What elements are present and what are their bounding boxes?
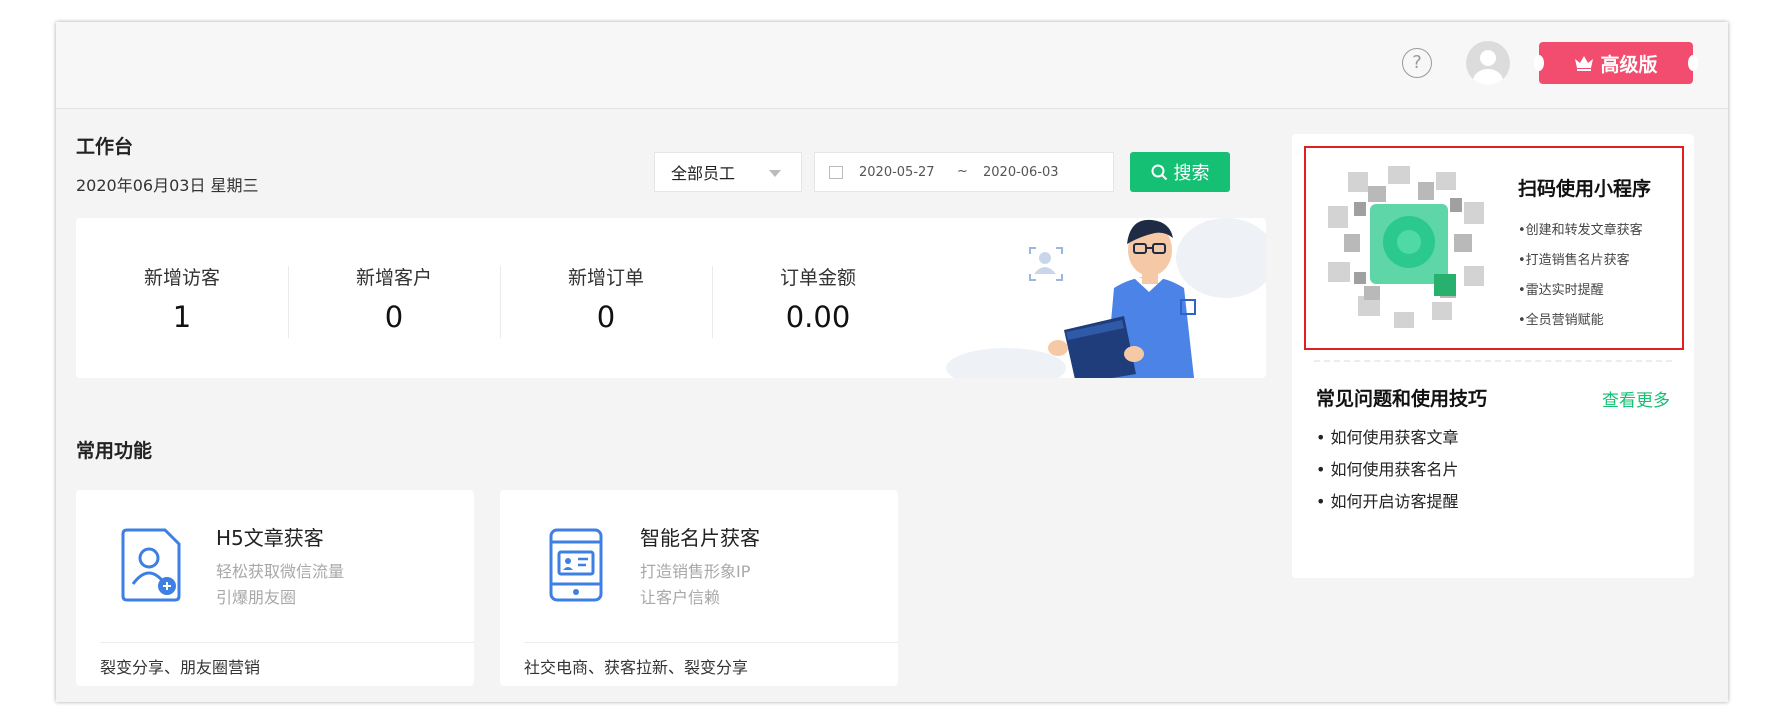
faq-item[interactable]: • 如何使用获客名片 [1316,454,1459,486]
stat-value: 1 [172,300,192,334]
stat-new-orders: 新增订单 0 [500,263,712,334]
stat-new-customers: 新增客户 0 [288,263,500,334]
qr-promo: 扫码使用小程序 •创建和转发文章获客 •打造销售名片获客 •雷达实时提醒 •全员… [1304,146,1684,350]
chevron-down-icon [769,170,781,177]
date-range-picker[interactable]: 2020-05-27 ~ 2020-06-03 [814,152,1114,192]
section-title-common: 常用功能 [76,440,153,462]
crown-icon [1575,56,1594,71]
qr-feature: •全员营销赋能 [1518,313,1604,328]
date-from[interactable]: 2020-05-27 [859,165,935,180]
current-date: 2020年06月03日 星期三 [76,176,259,195]
top-bar: ? 高级版 [56,22,1728,109]
divider [524,642,898,643]
sidebar-panel: 扫码使用小程序 •创建和转发文章获客 •打造销售名片获客 •雷达实时提醒 •全员… [1292,134,1694,578]
page-title: 工作台 [76,136,134,158]
feature-tags: 社交电商、获客拉新、裂变分享 [524,658,749,677]
search-icon [1151,164,1167,180]
feature-desc: 让客户信赖 [640,588,721,607]
feature-desc: 引爆朋友圈 [216,588,297,607]
qr-feature-list: •创建和转发文章获客 •打造销售名片获客 •雷达实时提醒 •全员营销赋能 [1518,216,1643,336]
calendar-icon [829,166,843,179]
feature-title: 智能名片获客 [640,526,760,550]
qr-feature: •创建和转发文章获客 [1518,223,1643,238]
stat-label: 新增访客 [143,267,220,289]
illustration-man-with-tablet [946,218,1266,378]
faq-item[interactable]: • 如何开启访客提醒 [1316,486,1459,518]
feature-title: H5文章获客 [216,526,324,550]
qr-title: 扫码使用小程序 [1518,178,1652,200]
feature-tags: 裂变分享、朋友圈营销 [100,658,261,677]
qr-code-icon [1324,162,1492,332]
search-label: 搜索 [1173,163,1210,184]
divider [1314,360,1672,362]
divider [100,642,474,643]
feature-desc: 打造销售形象IP [640,562,751,581]
qr-feature: •打造销售名片获客 [1518,253,1630,268]
stat-label: 新增订单 [567,267,644,289]
premium-button[interactable]: 高级版 [1534,42,1698,84]
app-window: ? 高级版 工作台 2020年06月03日 星期三 全部员工 2020-05-2… [56,22,1728,702]
stat-value: 0 [596,300,616,334]
avatar[interactable] [1466,41,1510,85]
faq-title: 常见问题和使用技巧 [1316,388,1488,410]
help-icon[interactable]: ? [1402,48,1432,78]
feature-desc: 轻松获取微信流量 [216,562,345,581]
faq-more-link[interactable]: 查看更多 [1602,386,1670,411]
stat-value: 0 [384,300,404,334]
stat-value: 0.00 [785,300,851,334]
staff-select-value: 全部员工 [671,164,736,183]
user-card-icon [121,528,181,602]
phone-card-icon [549,528,603,602]
feature-card-h5-article[interactable]: H5文章获客 轻松获取微信流量 引爆朋友圈 裂变分享、朋友圈营销 [76,490,474,686]
faq-list: • 如何使用获客文章 • 如何使用获客名片 • 如何开启访客提醒 [1316,422,1459,518]
stats-card: 新增访客 1 新增客户 0 新增订单 0 订单金额 0.00 [76,218,1266,378]
stat-label: 订单金额 [779,267,856,289]
search-button[interactable]: 搜索 [1130,152,1230,192]
qr-feature: •雷达实时提醒 [1518,283,1604,298]
avatar-head [1480,50,1496,66]
stat-order-amount: 订单金额 0.00 [712,263,924,334]
faq-item[interactable]: • 如何使用获客文章 [1316,422,1459,454]
staff-select[interactable]: 全部员工 [654,152,802,192]
date-to[interactable]: 2020-06-03 [983,165,1059,180]
date-separator: ~ [957,164,968,179]
premium-label: 高级版 [1600,53,1658,76]
avatar-body [1473,69,1503,85]
stat-new-visitors: 新增访客 1 [76,263,288,334]
feature-card-smart-card[interactable]: 智能名片获客 打造销售形象IP 让客户信赖 社交电商、获客拉新、裂变分享 [500,490,898,686]
stat-label: 新增客户 [355,267,432,289]
